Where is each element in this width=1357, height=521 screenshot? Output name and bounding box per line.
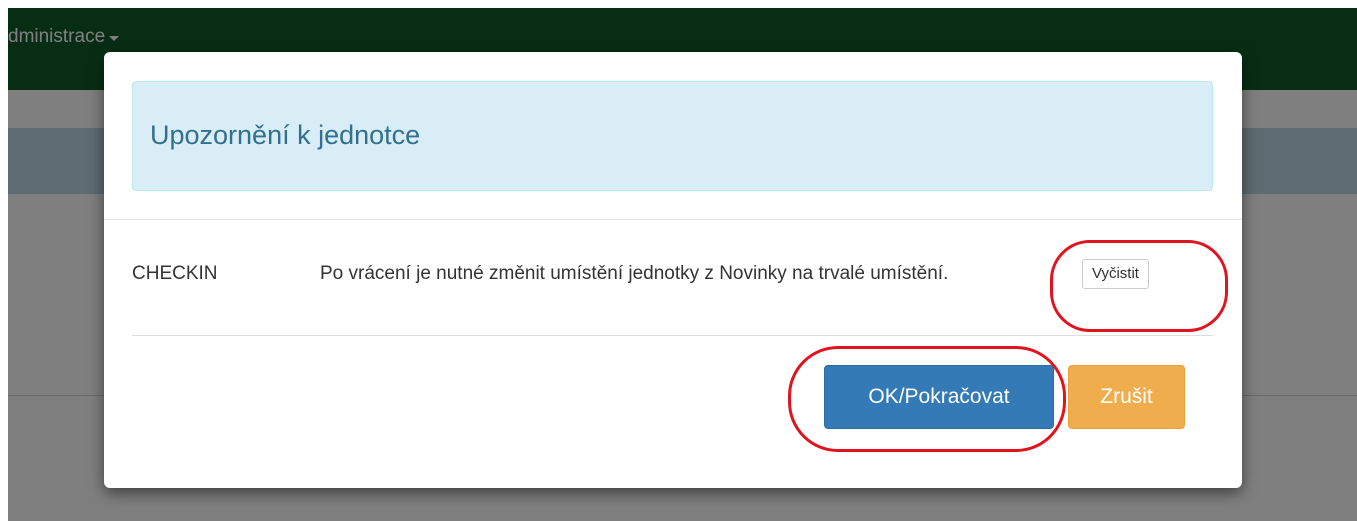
clear-button[interactable]: Vyčistit [1082, 259, 1149, 289]
warning-code: CHECKIN [132, 263, 218, 284]
modal-footer: OK/Pokračovat Zrušit [104, 337, 1242, 488]
cancel-button[interactable]: Zrušit [1068, 365, 1185, 429]
warning-row: CHECKIN Po vrácení je nutné změnit umíst… [132, 221, 1213, 336]
unit-warning-dialog: Upozornění k jednotce CHECKIN Po vrácení… [104, 52, 1242, 488]
info-alert: Upozornění k jednotce [132, 81, 1213, 191]
dialog-title: Upozornění k jednotce [150, 120, 421, 150]
modal-header: Upozornění k jednotce [104, 52, 1242, 220]
ok-continue-button[interactable]: OK/Pokračovat [824, 365, 1054, 429]
warning-message: Po vrácení je nutné změnit umístění jedn… [320, 263, 949, 284]
